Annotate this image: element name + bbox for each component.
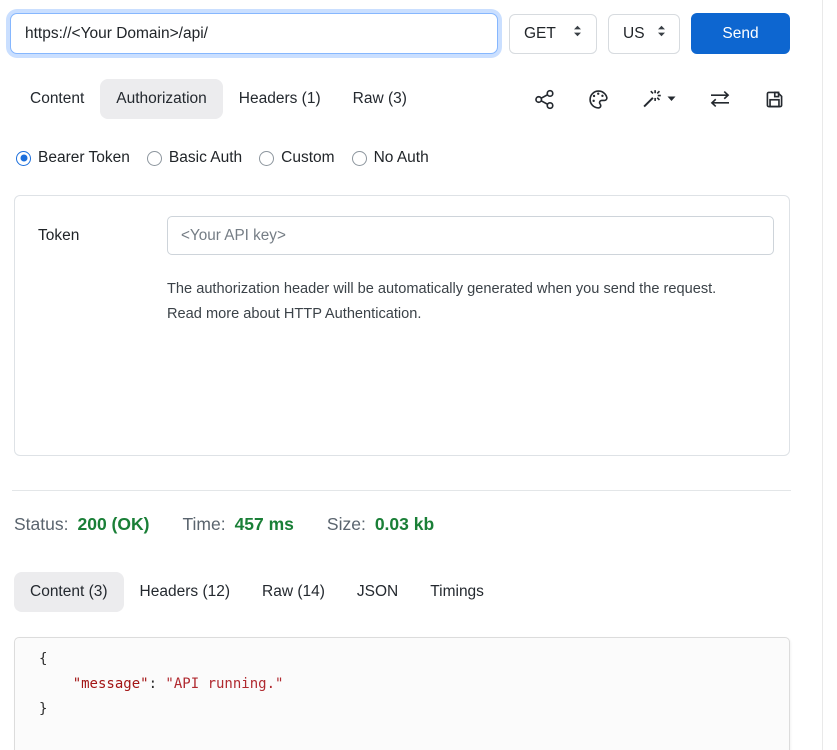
radio-icon — [147, 151, 162, 166]
code-line: { — [39, 647, 789, 672]
tab-response-content[interactable]: Content (3) — [14, 572, 124, 612]
url-input[interactable] — [10, 13, 498, 54]
token-help-text: The authorization header will be automat… — [167, 277, 752, 327]
location-select-value: US — [623, 25, 645, 43]
method-select-value: GET — [524, 25, 556, 43]
method-select[interactable]: GET — [509, 14, 597, 54]
radio-icon — [352, 151, 367, 166]
swap-arrows-icon[interactable] — [709, 90, 731, 108]
page-right-edge — [822, 0, 823, 750]
status-value: 200 (OK) — [77, 514, 149, 535]
request-toolbar — [534, 89, 837, 110]
radio-basic-auth[interactable]: Basic Auth — [147, 149, 242, 167]
radio-custom[interactable]: Custom — [259, 149, 334, 167]
size-label: Size: — [327, 514, 366, 535]
section-divider — [12, 490, 791, 491]
tab-response-headers[interactable]: Headers (12) — [124, 572, 246, 612]
radio-label: Custom — [281, 149, 334, 167]
up-down-arrows-icon — [571, 24, 584, 43]
response-json-code: {"message": "API running."} — [39, 647, 789, 722]
token-input[interactable] — [167, 216, 774, 255]
up-down-arrows-icon — [655, 24, 668, 43]
send-button[interactable]: Send — [691, 13, 790, 54]
radio-label: No Auth — [374, 149, 429, 167]
code-line: "message": "API running." — [39, 672, 789, 697]
token-label: Token — [24, 227, 167, 245]
radio-no-auth[interactable]: No Auth — [352, 149, 429, 167]
json-value: "API running." — [165, 676, 283, 692]
size-value: 0.03 kb — [375, 514, 434, 535]
tab-authorization[interactable]: Authorization — [100, 79, 222, 119]
request-bar: GET US Send — [0, 0, 837, 54]
tab-response-json[interactable]: JSON — [341, 572, 414, 612]
response-summary: Status: 200 (OK) Time: 457 ms Size: 0.03… — [0, 514, 837, 535]
request-tabs: Content Authorization Headers (1) Raw (3… — [0, 79, 837, 119]
caret-down-icon — [667, 96, 676, 102]
status-label: Status: — [14, 514, 68, 535]
code-line: } — [39, 697, 789, 722]
tab-content[interactable]: Content — [14, 79, 100, 119]
response-body[interactable]: {"message": "API running."} — [14, 637, 790, 750]
auth-panel: Token The authorization header will be a… — [14, 195, 790, 456]
radio-icon — [259, 151, 274, 166]
save-icon[interactable] — [764, 89, 785, 110]
palette-icon[interactable] — [588, 89, 609, 110]
auth-type-options: Bearer Token Basic Auth Custom No Auth — [0, 149, 837, 167]
radio-icon — [16, 151, 31, 166]
radio-label: Bearer Token — [38, 149, 130, 167]
tab-response-timings[interactable]: Timings — [414, 572, 500, 612]
radio-bearer-token[interactable]: Bearer Token — [16, 149, 130, 167]
tab-raw[interactable]: Raw (3) — [337, 79, 423, 119]
time-label: Time: — [182, 514, 225, 535]
location-select[interactable]: US — [608, 14, 680, 54]
json-key: "message" — [73, 676, 149, 692]
response-tabs: Content (3) Headers (12) Raw (14) JSON T… — [0, 572, 837, 612]
tab-response-raw[interactable]: Raw (14) — [246, 572, 341, 612]
radio-label: Basic Auth — [169, 149, 242, 167]
share-icon[interactable] — [534, 89, 555, 110]
tab-headers[interactable]: Headers (1) — [223, 79, 337, 119]
time-value: 457 ms — [235, 514, 294, 535]
magic-wand-icon[interactable] — [642, 89, 676, 110]
